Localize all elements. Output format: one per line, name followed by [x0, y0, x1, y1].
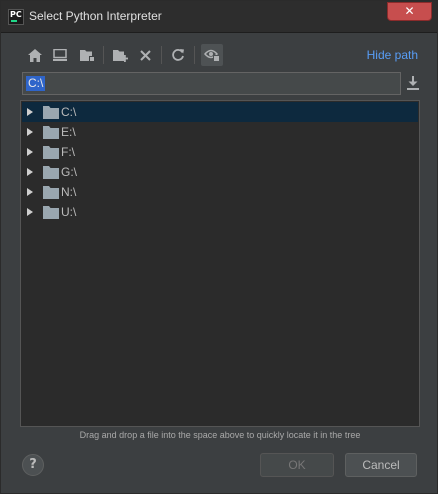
expand-arrow-icon[interactable]: [27, 128, 33, 136]
app-icon-text: PC: [10, 10, 22, 19]
folder-icon: [43, 125, 59, 139]
ok-button[interactable]: OK: [260, 453, 334, 477]
window-title: Select Python Interpreter: [29, 9, 162, 23]
tree-item-label: U:\: [61, 205, 77, 219]
tree-item-label: N:\: [61, 185, 77, 199]
path-input-value[interactable]: C:\: [26, 76, 46, 91]
folder-icon: [43, 185, 59, 199]
tree-item-label: E:\: [61, 125, 76, 139]
tree-item-u-drive[interactable]: U:\: [22, 202, 418, 222]
new-folder-icon[interactable]: [111, 46, 129, 64]
expand-arrow-icon[interactable]: [27, 208, 33, 216]
project-folder-icon[interactable]: [78, 46, 96, 64]
expand-arrow-icon[interactable]: [27, 148, 33, 156]
toolbar-separator: [161, 46, 162, 64]
expand-arrow-icon[interactable]: [27, 108, 33, 116]
folder-icon: [43, 105, 59, 119]
hide-path-link[interactable]: Hide path: [367, 48, 418, 62]
expand-arrow-icon[interactable]: [27, 188, 33, 196]
folder-icon: [43, 145, 59, 159]
tree-item-c-drive[interactable]: C:\: [22, 102, 418, 122]
tree-item-label: C:\: [61, 105, 77, 119]
refresh-icon[interactable]: [169, 46, 187, 64]
tree-item-f-drive[interactable]: F:\: [22, 142, 418, 162]
title-bar[interactable]: PC Select Python Interpreter ✕: [1, 1, 437, 33]
desktop-icon[interactable]: [51, 46, 69, 64]
help-button[interactable]: ?: [22, 454, 44, 476]
show-hidden-icon[interactable]: [201, 44, 223, 66]
file-tree[interactable]: C:\ E:\ F:\ G:\ N:\ U:\: [20, 100, 420, 427]
toolbar-separator: [194, 46, 195, 64]
toolbar-separator: [103, 46, 104, 64]
folder-icon: [43, 205, 59, 219]
select-interpreter-dialog: PC Select Python Interpreter ✕ Hide path…: [0, 0, 438, 494]
tree-item-e-drive[interactable]: E:\: [22, 122, 418, 142]
cancel-button[interactable]: Cancel: [345, 453, 417, 477]
home-icon[interactable]: [26, 46, 44, 64]
folder-icon: [43, 165, 59, 179]
drag-drop-hint: Drag and drop a file into the space abov…: [79, 430, 361, 440]
tree-item-n-drive[interactable]: N:\: [22, 182, 418, 202]
close-button[interactable]: ✕: [387, 2, 432, 21]
delete-icon[interactable]: [136, 46, 154, 64]
pycharm-app-icon: PC: [8, 9, 24, 25]
app-icon-bar: [11, 20, 17, 22]
tree-item-g-drive[interactable]: G:\: [22, 162, 418, 182]
path-input[interactable]: C:\: [22, 72, 401, 95]
tree-item-label: G:\: [61, 165, 78, 179]
expand-arrow-icon[interactable]: [27, 168, 33, 176]
download-icon[interactable]: [405, 75, 421, 91]
tree-item-label: F:\: [61, 145, 75, 159]
